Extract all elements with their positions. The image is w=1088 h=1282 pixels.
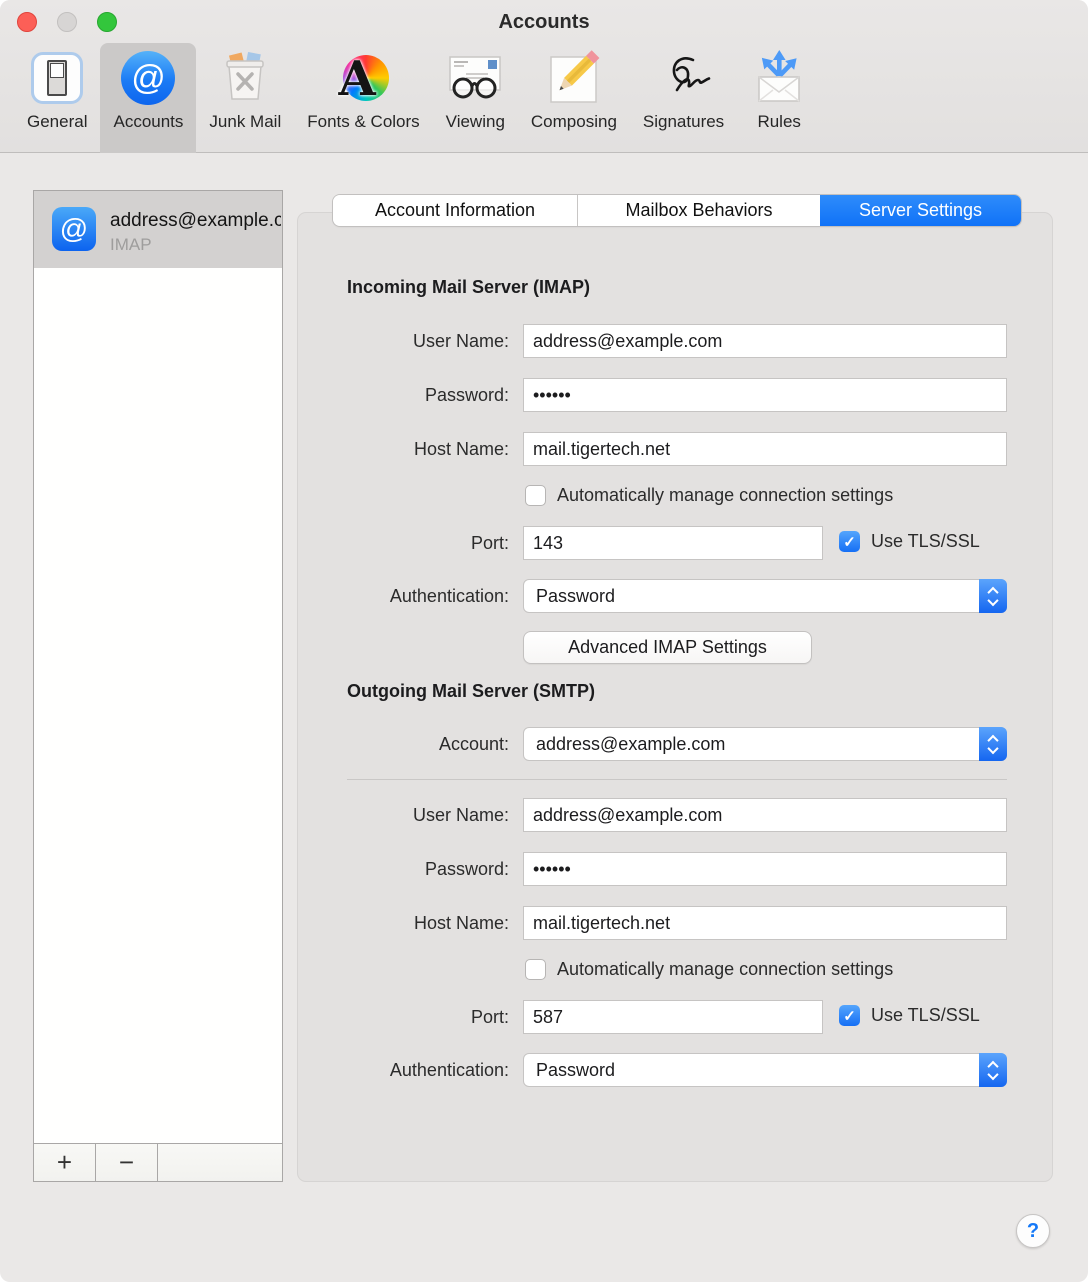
signatures-icon	[655, 49, 713, 107]
toolbar-item-accounts[interactable]: @ Accounts	[100, 43, 196, 153]
outgoing-auto-manage-label: Automatically manage connection settings	[557, 959, 893, 980]
window-title: Accounts	[0, 11, 1088, 34]
outgoing-auth-label: Authentication:	[298, 1053, 509, 1087]
account-at-icon: @	[52, 207, 96, 251]
dropdown-stepper-icon	[979, 579, 1007, 613]
add-account-button[interactable]: +	[34, 1144, 96, 1181]
toolbar-label: Fonts & Colors	[307, 112, 419, 132]
incoming-auth-value: Password	[524, 586, 979, 607]
outgoing-account-value: address@example.com	[524, 734, 979, 755]
toolbar-item-viewing[interactable]: Viewing	[433, 43, 518, 153]
incoming-password-input[interactable]	[524, 379, 1006, 411]
incoming-auth-dropdown[interactable]: Password	[523, 579, 1007, 613]
account-tabs: Account Information Mailbox Behaviors Se…	[333, 195, 1021, 226]
server-settings-panel: Incoming Mail Server (IMAP) User Name: P…	[297, 212, 1053, 1182]
incoming-auto-manage-label: Automatically manage connection settings	[557, 485, 893, 506]
toolbar-item-fonts-colors[interactable]: A Fonts & Colors	[294, 43, 432, 153]
toolbar-label: Junk Mail	[209, 112, 281, 132]
question-mark-icon: ?	[1027, 1220, 1039, 1243]
account-list: @ address@example.com IMAP + −	[33, 190, 283, 1182]
toolbar-item-signatures[interactable]: Signatures	[630, 43, 737, 153]
account-list-item[interactable]: @ address@example.com IMAP	[34, 191, 282, 268]
advanced-imap-settings-button[interactable]: Advanced IMAP Settings	[523, 631, 812, 664]
footer-spacer	[158, 1144, 282, 1181]
toolbar-item-composing[interactable]: Composing	[518, 43, 630, 153]
fonts-colors-icon: A	[334, 49, 392, 107]
toolbar-item-rules[interactable]: Rules	[737, 43, 821, 153]
incoming-heading: Incoming Mail Server (IMAP)	[347, 277, 590, 298]
outgoing-heading: Outgoing Mail Server (SMTP)	[347, 681, 595, 702]
preferences-toolbar: General @ Accounts Ju	[14, 43, 821, 153]
rules-icon	[750, 49, 808, 107]
account-type: IMAP	[110, 235, 152, 255]
incoming-password-label: Password:	[298, 378, 509, 412]
outgoing-auth-value: Password	[524, 1060, 979, 1081]
toolbar-item-general[interactable]: General	[14, 43, 100, 153]
incoming-user-name-input[interactable]	[524, 325, 1006, 357]
outgoing-port-label: Port:	[298, 1000, 509, 1034]
account-name: address@example.com	[110, 210, 281, 232]
outgoing-account-dropdown[interactable]: address@example.com	[523, 727, 1007, 761]
window-header: Accounts General @ Accounts	[0, 0, 1088, 153]
junk-mail-icon	[216, 49, 274, 107]
account-list-footer: + −	[34, 1143, 282, 1181]
dropdown-stepper-icon	[979, 1053, 1007, 1087]
check-icon: ✓	[843, 1007, 856, 1025]
accounts-icon: @	[119, 49, 177, 107]
outgoing-tls-checkbox[interactable]: ✓	[839, 1005, 860, 1026]
dropdown-stepper-icon	[979, 727, 1007, 761]
outgoing-password-label: Password:	[298, 852, 509, 886]
section-divider	[347, 779, 1007, 780]
tab-mailbox-behaviors[interactable]: Mailbox Behaviors	[578, 195, 820, 226]
toolbar-label: Composing	[531, 112, 617, 132]
outgoing-port-input[interactable]	[524, 1001, 822, 1033]
help-button[interactable]: ?	[1016, 1214, 1050, 1248]
incoming-tls-checkbox[interactable]: ✓	[839, 531, 860, 552]
toolbar-item-junk-mail[interactable]: Junk Mail	[196, 43, 294, 153]
incoming-auth-label: Authentication:	[298, 579, 509, 613]
incoming-port-label: Port:	[298, 526, 509, 560]
outgoing-user-name-input[interactable]	[524, 799, 1006, 831]
check-icon: ✓	[843, 533, 856, 551]
outgoing-host-name-input[interactable]	[524, 907, 1006, 939]
outgoing-host-name-label: Host Name:	[298, 906, 509, 940]
accounts-preferences-window: Accounts General @ Accounts	[0, 0, 1088, 1282]
outgoing-tls-label: Use TLS/SSL	[871, 1005, 980, 1026]
remove-account-button[interactable]: −	[96, 1144, 158, 1181]
viewing-icon	[446, 49, 504, 107]
incoming-host-name-input[interactable]	[524, 433, 1006, 465]
incoming-user-name-label: User Name:	[298, 324, 509, 358]
toolbar-label: General	[27, 112, 87, 132]
at-icon: @	[121, 51, 175, 105]
general-icon	[28, 49, 86, 107]
outgoing-account-label: Account:	[298, 727, 509, 761]
toolbar-label: Signatures	[643, 112, 724, 132]
incoming-host-name-label: Host Name:	[298, 432, 509, 466]
tab-server-settings[interactable]: Server Settings	[820, 195, 1021, 226]
outgoing-auth-dropdown[interactable]: Password	[523, 1053, 1007, 1087]
outgoing-password-input[interactable]	[524, 853, 1006, 885]
tab-account-information[interactable]: Account Information	[333, 195, 578, 226]
outgoing-user-name-label: User Name:	[298, 798, 509, 832]
incoming-tls-label: Use TLS/SSL	[871, 531, 980, 552]
toolbar-label: Viewing	[446, 112, 505, 132]
incoming-auto-manage-checkbox[interactable]	[525, 485, 546, 506]
outgoing-auto-manage-checkbox[interactable]	[525, 959, 546, 980]
toolbar-label: Rules	[757, 112, 800, 132]
incoming-port-input[interactable]	[524, 527, 822, 559]
toolbar-label: Accounts	[113, 112, 183, 132]
composing-icon	[545, 49, 603, 107]
